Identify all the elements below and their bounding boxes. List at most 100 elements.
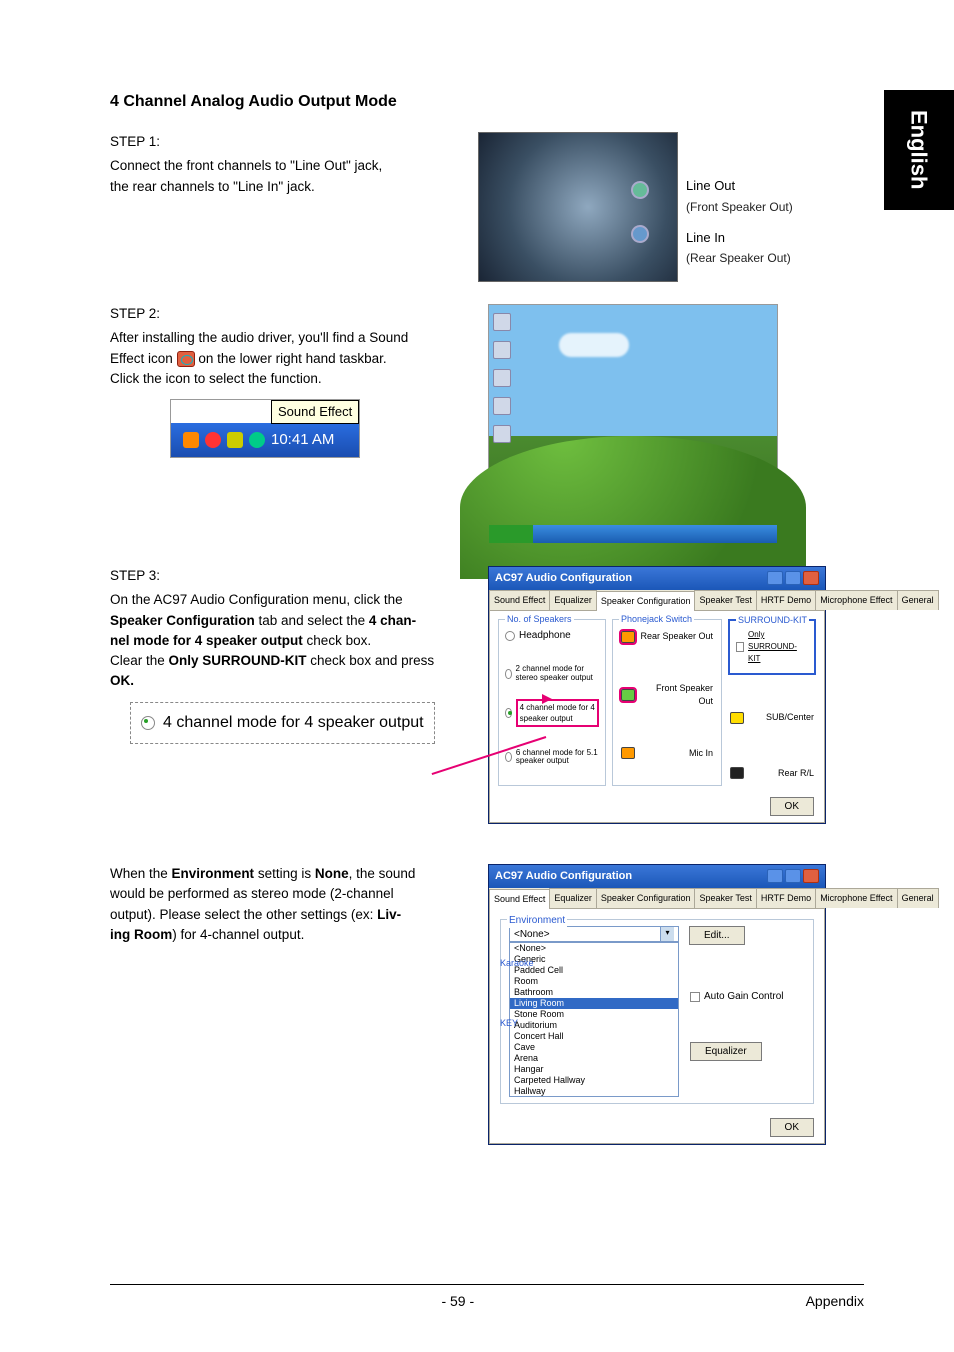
desktop-icon xyxy=(493,341,511,359)
line-in-jack-photo xyxy=(631,225,649,243)
tab-microphone-effect[interactable]: Microphone Effect xyxy=(815,590,897,611)
radio-headphone-label: Headphone xyxy=(519,628,571,643)
maximize-icon[interactable] xyxy=(785,869,801,883)
maximize-icon[interactable] xyxy=(785,571,801,585)
dialog-tabs: Sound Effect Equalizer Speaker Configura… xyxy=(489,590,825,612)
radio-4ch[interactable] xyxy=(505,708,512,718)
key-label: KEY xyxy=(500,1017,518,1031)
auto-gain-checkbox[interactable] xyxy=(690,992,700,1002)
sub-center-label: SUB/Center xyxy=(748,711,814,725)
environment-option[interactable]: Padded Cell xyxy=(510,965,678,976)
language-tab-label: English xyxy=(903,110,936,189)
desktop-screenshot xyxy=(488,304,778,544)
tab-equalizer[interactable]: Equalizer xyxy=(549,590,597,611)
environment-option[interactable]: Auditorium xyxy=(510,1020,678,1031)
tab-hrtf-demo[interactable]: HRTF Demo xyxy=(756,888,816,909)
environment-option[interactable]: Living Room xyxy=(510,998,678,1009)
step2-text-3: Click the icon to select the function. xyxy=(110,369,470,389)
jack-icon xyxy=(730,767,744,779)
close-icon[interactable] xyxy=(803,869,819,883)
four-chan-bold-b: nel mode for 4 speaker output xyxy=(110,633,303,648)
equalizer-button[interactable]: Equalizer xyxy=(690,1042,762,1061)
jack-icon xyxy=(621,689,635,701)
tab-hrtf-demo[interactable]: HRTF Demo xyxy=(756,590,816,611)
dialog-body: No. of Speakers Headphone 2 channel mode… xyxy=(489,611,825,823)
close-icon[interactable] xyxy=(803,571,819,585)
front-speaker-out-label: Front Speaker Out xyxy=(639,682,713,709)
tab-speaker-configuration[interactable]: Speaker Configuration xyxy=(596,591,696,612)
environment-option[interactable]: Arena xyxy=(510,1053,678,1064)
no-of-speakers-group: No. of Speakers Headphone 2 channel mode… xyxy=(498,619,606,786)
chevron-down-icon[interactable]: ▾ xyxy=(660,927,674,941)
environment-option[interactable]: Bathroom xyxy=(510,987,678,998)
phonejack-switch-group: Phonejack Switch Rear Speaker Out Front … xyxy=(612,619,722,786)
tab-equalizer[interactable]: Equalizer xyxy=(549,888,597,909)
sound-effect-tooltip: Sound Effect xyxy=(271,400,359,424)
dialog-title: AC97 Audio Configuration xyxy=(495,570,632,587)
environment-option[interactable]: Cave xyxy=(510,1042,678,1053)
dialog-title: AC97 Audio Configuration xyxy=(495,868,632,885)
ok-button[interactable]: OK xyxy=(770,797,814,816)
env-text-2: would be performed as stereo mode (2-cha… xyxy=(110,884,470,904)
callout-arrow-icon xyxy=(542,694,552,704)
only-surround-kit-checkbox[interactable] xyxy=(736,642,744,652)
radio-6ch-label: 6 channel mode for 5.1 speaker output xyxy=(516,749,599,767)
step1-text-2: the rear channels to "Line In" jack. xyxy=(110,177,460,197)
environment-combo[interactable]: <None> ▾ xyxy=(509,926,679,942)
desktop-icon xyxy=(493,313,511,331)
ac97-sound-effect-dialog: AC97 Audio Configuration Sound Effect Eq… xyxy=(488,864,826,1145)
dialog-titlebar: AC97 Audio Configuration xyxy=(489,865,825,888)
tray-icon-1 xyxy=(183,432,199,448)
tray-sound-effect-icon xyxy=(249,432,265,448)
radio-headphone[interactable] xyxy=(505,631,515,641)
env-text-3: output). Please select the other setting… xyxy=(110,905,470,925)
environment-option[interactable]: Room xyxy=(510,976,678,987)
step3-text-2: Speaker Configuration tab and select the… xyxy=(110,611,470,631)
environment-option[interactable]: Hallway xyxy=(510,1086,678,1097)
tab-sound-effect[interactable]: Sound Effect xyxy=(489,889,550,910)
environment-legend: Environment xyxy=(507,913,567,928)
auto-gain-label: Auto Gain Control xyxy=(704,989,784,1004)
environment-option[interactable]: Generic xyxy=(510,954,678,965)
tab-microphone-effect[interactable]: Microphone Effect xyxy=(815,888,897,909)
tab-speaker-test[interactable]: Speaker Test xyxy=(694,888,756,909)
step1-text-1: Connect the front channels to "Line Out"… xyxy=(110,156,460,176)
tab-speaker-test[interactable]: Speaker Test xyxy=(694,590,756,611)
radio-6ch[interactable] xyxy=(505,752,512,762)
environment-listbox[interactable]: <None>GenericPadded CellRoomBathroomLivi… xyxy=(509,942,679,1097)
speakers-legend: No. of Speakers xyxy=(505,613,574,627)
tab-general[interactable]: General xyxy=(897,590,939,611)
page-footer: - 59 - Appendix xyxy=(110,1284,864,1312)
step3-text-3: nel mode for 4 speaker output check box. xyxy=(110,631,470,651)
step3-text-4: Clear the Only SURROUND-KIT check box an… xyxy=(110,651,470,671)
section-name: Appendix xyxy=(806,1291,864,1312)
page-number: - 59 - xyxy=(441,1291,474,1312)
jack-icon xyxy=(621,747,635,759)
ok-button[interactable]: OK xyxy=(770,1118,814,1137)
right-panel: Auto Gain Control Equalizer xyxy=(690,923,784,1061)
dialog-body: Environment <None> ▾ <None>GenericPadded… xyxy=(489,909,825,1144)
step1-label: STEP 1: xyxy=(110,132,460,152)
desktop-icon xyxy=(493,397,511,415)
radio-checked-icon xyxy=(141,716,155,730)
tab-speaker-configuration[interactable]: Speaker Configuration xyxy=(596,888,696,909)
minimize-icon[interactable] xyxy=(767,571,783,585)
dialog-titlebar: AC97 Audio Configuration xyxy=(489,567,825,590)
radio-4ch-highlight: 4 channel mode for 4 speaker output xyxy=(516,699,599,727)
minimize-icon[interactable] xyxy=(767,869,783,883)
section-title: 4 Channel Analog Audio Output Mode xyxy=(110,90,884,114)
line-out-jack-photo xyxy=(631,181,649,199)
environment-option[interactable]: <None> xyxy=(510,943,678,954)
tab-sound-effect[interactable]: Sound Effect xyxy=(489,590,550,611)
environment-option[interactable]: Concert Hall xyxy=(510,1031,678,1042)
step2-text-2a: Effect icon xyxy=(110,351,177,366)
line-in-sublabel: (Rear Speaker Out) xyxy=(686,249,793,267)
radio-2ch[interactable] xyxy=(505,669,512,679)
step2-text-2b: on the lower right hand taskbar. xyxy=(198,351,386,366)
step3-t4c: check box and press xyxy=(307,653,435,668)
env-text-4: ing Room) for 4-channel output. xyxy=(110,925,470,945)
environment-option[interactable]: Carpeted Hallway xyxy=(510,1075,678,1086)
tab-general[interactable]: General xyxy=(897,888,939,909)
environment-option[interactable]: Hangar xyxy=(510,1064,678,1075)
environment-option[interactable]: Stone Room xyxy=(510,1009,678,1020)
